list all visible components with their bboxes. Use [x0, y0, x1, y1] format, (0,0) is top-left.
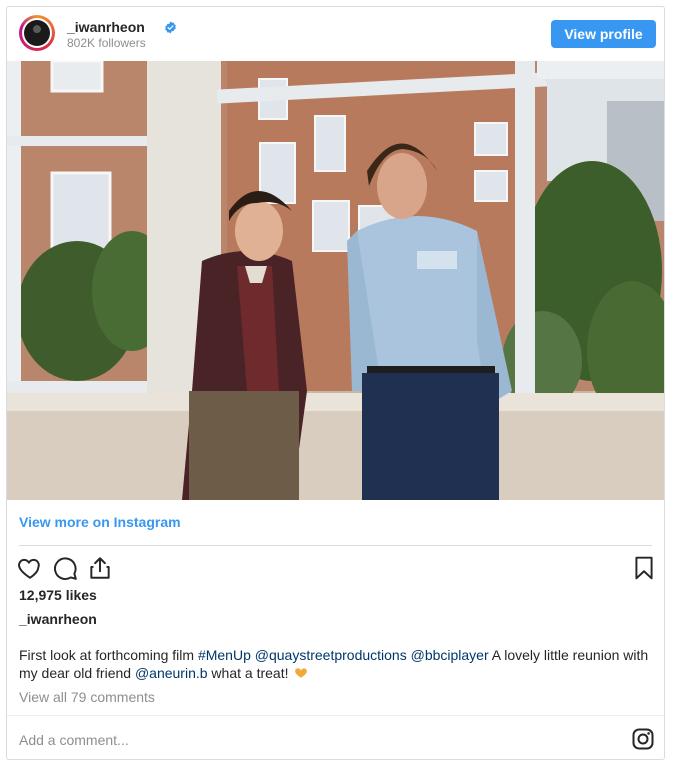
caption-username[interactable]: _iwanrheon: [19, 611, 97, 627]
divider: [19, 545, 652, 546]
view-profile-button[interactable]: View profile: [551, 20, 656, 48]
comment-icon[interactable]: [52, 555, 78, 581]
divider: [7, 715, 664, 716]
share-icon[interactable]: [87, 555, 113, 581]
view-comments-link[interactable]: View all 79 comments: [19, 689, 155, 705]
view-more-link[interactable]: View more on Instagram: [19, 514, 181, 530]
post-caption: First look at forthcoming film #MenUp @q…: [19, 647, 649, 681]
bookmark-icon[interactable]: [631, 555, 657, 581]
mention-link[interactable]: @aneurin.b: [135, 665, 208, 681]
add-comment-input[interactable]: Add a comment...: [19, 732, 129, 748]
instagram-icon[interactable]: [631, 727, 655, 751]
mention-link[interactable]: @bbciplayer: [411, 647, 489, 663]
like-count[interactable]: 12,975 likes: [19, 587, 97, 603]
username-link[interactable]: _iwanrheon: [67, 19, 145, 35]
verified-badge-icon: [165, 21, 176, 34]
avatar[interactable]: [19, 15, 55, 51]
mention-link[interactable]: @quaystreetproductions: [255, 647, 407, 663]
heart-icon[interactable]: [17, 555, 43, 581]
post-header: _iwanrheon 802K followers View profile: [7, 7, 664, 61]
follower-count: 802K followers: [67, 36, 146, 50]
hashtag-link[interactable]: #MenUp: [198, 647, 251, 663]
heart-hands-emoji-icon: [295, 668, 308, 678]
post-image: [7, 61, 664, 500]
post-photo[interactable]: [7, 61, 664, 500]
instagram-embed-card: _iwanrheon 802K followers View profile V…: [6, 6, 665, 760]
